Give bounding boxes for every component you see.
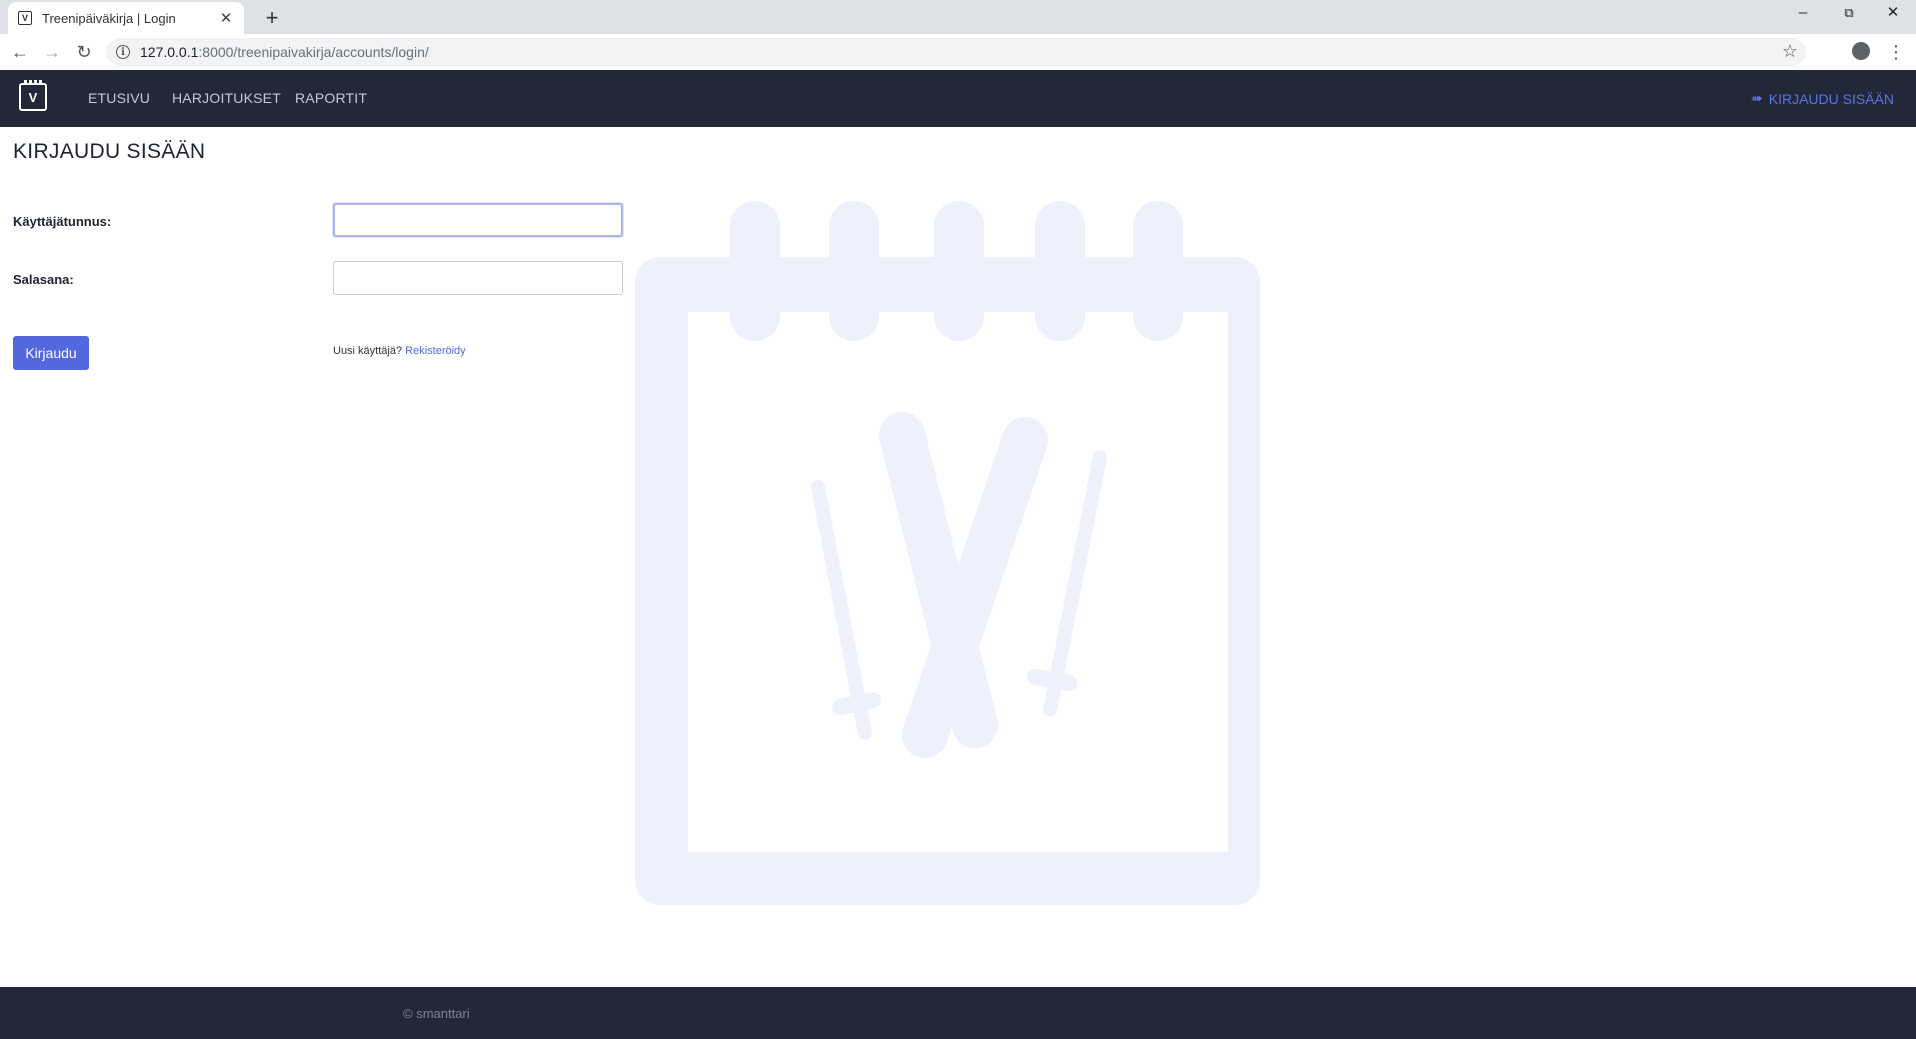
nav-item-harjoitukset[interactable]: HARJOITUKSET [172, 90, 281, 106]
restore-icon[interactable]: ⧉ [1826, 0, 1872, 28]
password-input[interactable] [333, 261, 623, 295]
password-label: Salasana: [13, 272, 74, 287]
page-title: KIRJAUDU SISÄÄN [13, 140, 206, 163]
close-tab-icon[interactable]: ✕ [218, 9, 234, 27]
window-close-icon[interactable]: ✕ [1870, 0, 1916, 28]
address-bar[interactable]: i 127.0.0.1:8000/treenipaivakirja/accoun… [106, 38, 1806, 66]
new-tab-button[interactable]: + [258, 4, 286, 32]
calendar-ski-watermark-icon [635, 201, 1260, 905]
bookmark-star-icon[interactable]: ☆ [1782, 41, 1798, 62]
url-path: :8000/treenipaivakirja/accounts/login/ [198, 44, 429, 60]
browser-tabstrip: V Treenipäiväkirja | Login ✕ + – ⧉ ✕ [0, 0, 1916, 34]
site-info-icon[interactable]: i [116, 45, 130, 59]
username-input[interactable] [333, 203, 623, 237]
back-arrow-icon[interactable]: ← [6, 38, 34, 66]
new-user-text: Uusi käyttäjä? [333, 345, 403, 357]
profile-avatar-icon[interactable] [1852, 42, 1870, 60]
username-label: Käyttäjätunnus: [13, 214, 112, 229]
footer: © smanttari [0, 987, 1916, 1039]
sign-in-icon: ➠ [1751, 90, 1763, 106]
app-navbar: V ETUSIVU HARJOITUKSET RAPORTIT ➠ KIRJAU… [0, 70, 1916, 127]
login-submit-button[interactable]: Kirjaudu [13, 336, 89, 370]
url-host: 127.0.0.1 [140, 44, 199, 60]
nav-login-link[interactable]: ➠ KIRJAUDU SISÄÄN [1751, 90, 1894, 107]
forward-arrow-icon[interactable]: → [38, 38, 66, 66]
browser-menu-icon[interactable]: ⋮ [1886, 38, 1906, 66]
nav-item-etusivu[interactable]: ETUSIVU [88, 90, 150, 106]
browser-tab[interactable]: V Treenipäiväkirja | Login ✕ [8, 2, 244, 34]
footer-copyright: © smanttari [403, 1006, 470, 1021]
nav-login-label: KIRJAUDU SISÄÄN [1768, 90, 1894, 107]
favicon-icon: V [18, 11, 32, 25]
calendar-ski-logo-icon[interactable]: V [19, 80, 47, 111]
url-text: 127.0.0.1:8000/treenipaivakirja/accounts… [140, 44, 429, 60]
reload-icon[interactable]: ↻ [70, 38, 98, 66]
minimize-icon[interactable]: – [1780, 0, 1826, 28]
register-link[interactable]: Rekisteröidy [405, 345, 466, 357]
tab-title: Treenipäiväkirja | Login [42, 10, 176, 26]
browser-toolbar: ← → ↻ i 127.0.0.1:8000/treenipaivakirja/… [0, 34, 1916, 71]
register-prompt: Uusi käyttäjä? Rekisteröidy [333, 345, 466, 357]
nav-item-raportit[interactable]: RAPORTIT [295, 90, 367, 106]
